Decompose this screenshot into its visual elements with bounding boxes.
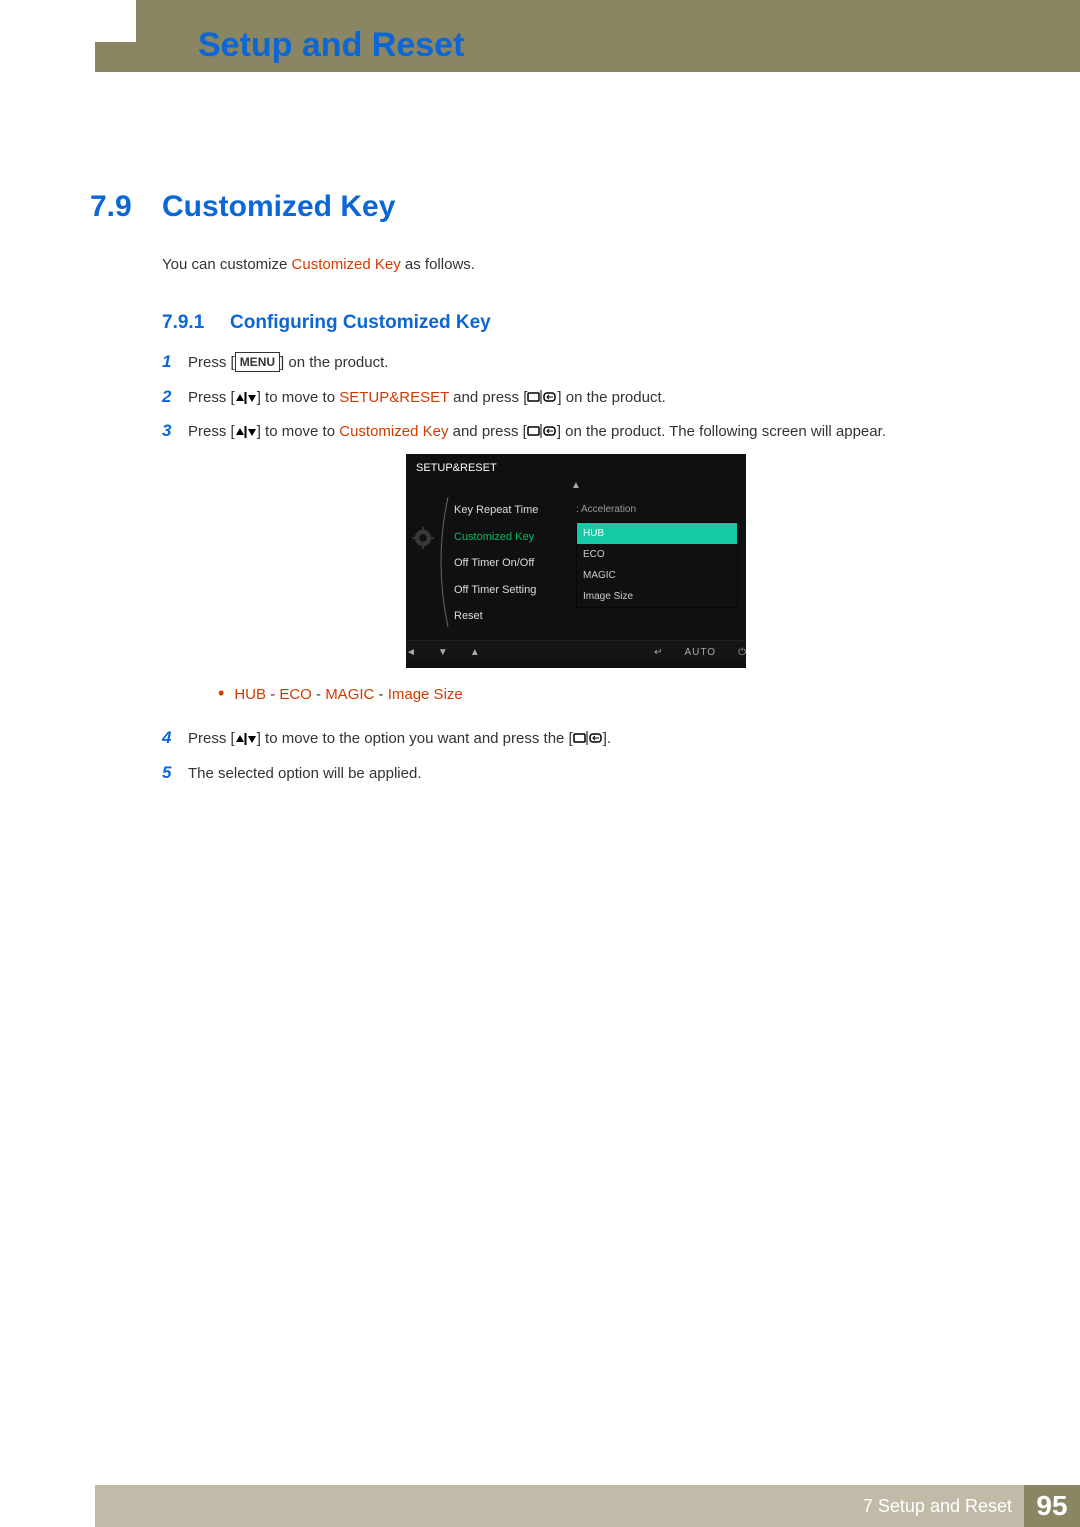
osd-left-menu: Key Repeat Time Customized Key Off Timer… xyxy=(450,497,570,630)
osd-power-icon: ⏻ xyxy=(738,645,746,660)
step-text: Press [] to move to SETUP&RESET and pres… xyxy=(188,387,972,410)
tab-notch xyxy=(80,0,136,42)
osd-item: Key Repeat Time xyxy=(450,497,570,524)
up-down-icon xyxy=(235,426,257,438)
up-down-icon xyxy=(235,733,257,745)
osd-value: : Acceleration xyxy=(576,497,738,522)
osd-up-icon: ▲ xyxy=(470,645,480,660)
osd-title: SETUP&RESET xyxy=(406,454,746,479)
osd-down-icon: ▼ xyxy=(438,645,448,660)
source-enter-icon xyxy=(527,390,557,404)
highlight: Customized Key xyxy=(339,423,448,440)
intro-pre: You can customize xyxy=(162,256,292,273)
osd-auto: AUTO xyxy=(684,645,716,660)
bullet-icon: • xyxy=(218,684,224,707)
step-text: Press [] to move to Customized Key and p… xyxy=(188,421,972,716)
step-text: Press [MENU] on the product. xyxy=(188,352,972,375)
step-number: 3 xyxy=(162,421,188,441)
osd-item: Off Timer On/Off xyxy=(450,550,570,577)
osd-back-icon: ◄ xyxy=(406,645,416,660)
osd-curve xyxy=(438,497,450,630)
osd-option: ECO xyxy=(577,544,737,565)
option-magic: MAGIC xyxy=(325,686,374,703)
step-number: 5 xyxy=(162,763,188,783)
option-hub: HUB xyxy=(234,686,266,703)
source-enter-icon xyxy=(573,731,603,745)
menu-icon: MENU xyxy=(235,352,280,372)
step-text: Press [] to move to the option you want … xyxy=(188,728,972,751)
step-2: 2 Press [] to move to SETUP&RESET and pr… xyxy=(162,387,972,410)
footer-bar: 7 Setup and Reset 95 xyxy=(95,1485,1080,1527)
osd-item-selected: Customized Key xyxy=(450,524,570,551)
step-4: 4 Press [] to move to the option you wan… xyxy=(162,728,972,751)
step-number: 4 xyxy=(162,728,188,748)
intro-highlight: Customized Key xyxy=(292,256,401,273)
intro-text: You can customize Customized Key as foll… xyxy=(162,256,475,273)
page-title: Setup and Reset xyxy=(198,26,464,65)
source-enter-icon xyxy=(527,424,557,438)
subsection-number: 7.9.1 xyxy=(162,312,204,334)
osd-item: Off Timer Setting xyxy=(450,577,570,604)
osd-option: MAGIC xyxy=(577,565,737,586)
options-bullet: • HUB - ECO - MAGIC - Image Size xyxy=(218,684,972,707)
osd-options: HUB ECO MAGIC Image Size xyxy=(576,522,738,608)
step-1: 1 Press [MENU] on the product. xyxy=(162,352,972,375)
steps-list: 1 Press [MENU] on the product. 2 Press [… xyxy=(162,352,972,797)
section-number: 7.9 xyxy=(90,190,132,224)
step-5: 5 The selected option will be applied. xyxy=(162,763,972,786)
intro-post: as follows. xyxy=(401,256,475,273)
osd-bottom-bar: ◄ ▼ ▲ ↵ AUTO ⏻ xyxy=(406,640,746,662)
subsection-title: Configuring Customized Key xyxy=(230,312,491,334)
up-down-icon xyxy=(235,392,257,404)
section-title: Customized Key xyxy=(162,190,395,224)
step-text: The selected option will be applied. xyxy=(188,763,972,786)
osd-option: Image Size xyxy=(577,586,737,607)
osd-screenshot: SETUP&RESET ▲ Key Repeat Time Customized… xyxy=(406,454,972,668)
osd-up-arrow-icon: ▲ xyxy=(406,478,746,497)
osd-option-active: HUB xyxy=(577,523,737,544)
osd-item: Reset xyxy=(450,603,570,630)
footer-chapter: 7 Setup and Reset xyxy=(863,1496,1012,1517)
step-number: 1 xyxy=(162,352,188,372)
footer-page-number: 95 xyxy=(1024,1485,1080,1527)
gear-icon xyxy=(412,527,438,630)
option-imagesize: Image Size xyxy=(388,686,463,703)
highlight: SETUP&RESET xyxy=(339,389,449,406)
osd-right-panel: : Acceleration HUB ECO MAGIC Image Size xyxy=(570,497,738,630)
option-eco: ECO xyxy=(279,686,312,703)
osd-enter-icon: ↵ xyxy=(654,645,662,660)
step-number: 2 xyxy=(162,387,188,407)
step-3: 3 Press [] to move to Customized Key and… xyxy=(162,421,972,716)
